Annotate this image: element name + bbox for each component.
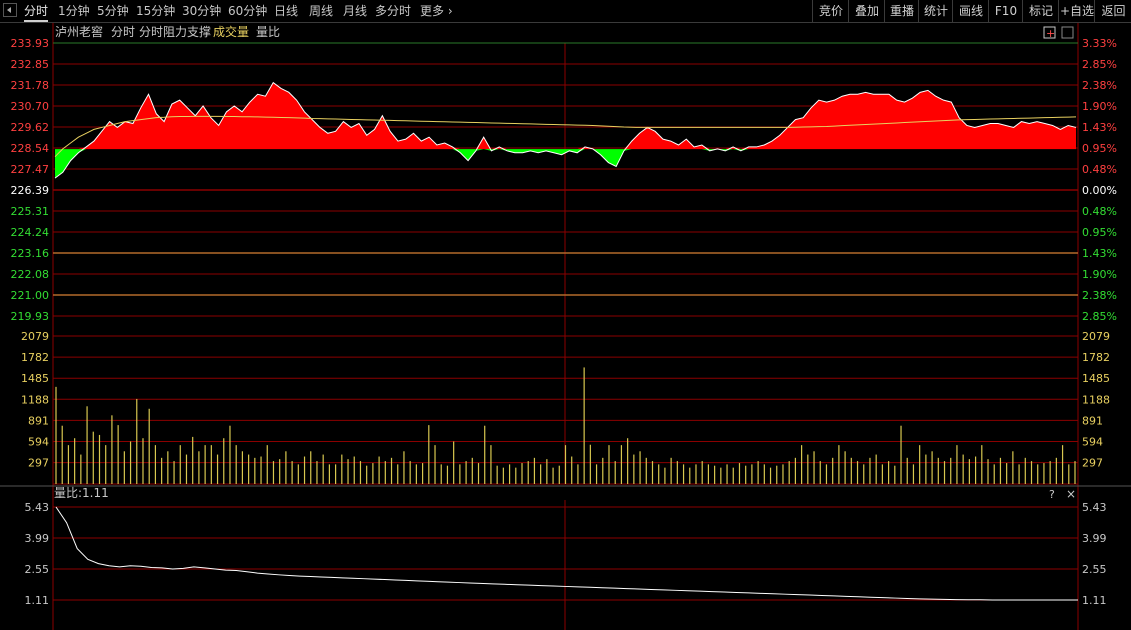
panel-menu-icon: [1061, 26, 1074, 39]
price-tick-2: 231.78: [11, 79, 50, 92]
volume-tick-right-4: 891: [1082, 414, 1103, 427]
price-tick-6: 227.47: [11, 163, 50, 176]
pct-tick-11: 1.90%: [1082, 268, 1117, 281]
volume-tick-left-3: 1188: [21, 393, 49, 406]
pct-tick-1: 2.85%: [1082, 58, 1117, 71]
volume-ratio-line: [55, 506, 1078, 601]
ratio-tick-right-1: 3.99: [1082, 532, 1107, 545]
pct-tick-7: 0.00%: [1082, 184, 1117, 197]
panel-label-2: 成交量: [213, 24, 249, 39]
help-icon: ?: [1049, 488, 1055, 501]
price-tick-7: 226.39: [11, 184, 50, 197]
price-tick-3: 230.70: [11, 100, 50, 113]
volume-tick-left-1: 1782: [21, 351, 49, 364]
volume-tick-right-0: 2079: [1082, 330, 1110, 343]
volume-tick-right-6: 297: [1082, 457, 1103, 470]
volume-tick-right-5: 594: [1082, 436, 1103, 449]
volume-tick-right-2: 1485: [1082, 372, 1110, 385]
price-tick-8: 225.31: [11, 205, 50, 218]
ratio-tick-right-2: 2.55: [1082, 563, 1107, 576]
pct-tick-6: 0.48%: [1082, 163, 1117, 176]
price-tick-4: 229.62: [11, 121, 50, 134]
price-tick-13: 219.93: [11, 310, 50, 323]
ratio-tick-left-2: 2.55: [25, 563, 50, 576]
ratio-tick-right-0: 5.43: [1082, 501, 1107, 514]
close-icon: ×: [1066, 487, 1076, 501]
volume-tick-left-2: 1485: [21, 372, 49, 385]
pct-tick-12: 2.38%: [1082, 289, 1117, 302]
stock-name: 泸州老窖: [55, 24, 103, 39]
volume-tick-right-3: 1188: [1082, 393, 1110, 406]
volume-tick-right-1: 1782: [1082, 351, 1110, 364]
price-tick-10: 223.16: [11, 247, 50, 260]
panel-label-0: 分时: [111, 25, 135, 39]
pct-tick-10: 1.43%: [1082, 247, 1117, 260]
panel-label-3: 量比: [256, 25, 280, 39]
price-tick-12: 221.00: [11, 289, 50, 302]
pct-tick-8: 0.48%: [1082, 205, 1117, 218]
pct-tick-3: 1.90%: [1082, 100, 1117, 113]
ratio-title: 量比:1.11: [54, 486, 109, 500]
panel-label-1: 分时阻力支撑: [139, 24, 211, 39]
pct-tick-4: 1.43%: [1082, 121, 1117, 134]
volume-tick-left-4: 891: [28, 414, 49, 427]
pct-tick-9: 0.95%: [1082, 226, 1117, 239]
pct-tick-0: 3.33%: [1082, 37, 1117, 50]
volume-tick-left-6: 297: [28, 457, 49, 470]
ratio-tick-left-1: 3.99: [25, 532, 50, 545]
volume-tick-left-0: 2079: [21, 330, 49, 343]
price-tick-1: 232.85: [11, 58, 50, 71]
volume-tick-left-5: 594: [28, 436, 49, 449]
pct-tick-2: 2.38%: [1082, 79, 1117, 92]
intraday-chart[interactable]: 泸州老窖 分时 分时阻力支撑 成交量 量比 +233.93 3.33% 232.85 2.85%…: [0, 0, 1131, 630]
price-tick-0: 233.93: [11, 37, 50, 50]
ratio-tick-left-0: 5.43: [25, 501, 50, 514]
ratio-tick-left-3: 1.11: [25, 594, 50, 607]
ratio-tick-right-3: 1.11: [1082, 594, 1107, 607]
pct-tick-13: 2.85%: [1082, 310, 1117, 323]
add-indicator-icon-plus: +: [1046, 27, 1055, 40]
price-tick-9: 224.24: [11, 226, 50, 239]
price-tick-11: 222.08: [11, 268, 50, 281]
pct-tick-5: 0.95%: [1082, 142, 1117, 155]
price-tick-5: 228.54: [11, 142, 50, 155]
